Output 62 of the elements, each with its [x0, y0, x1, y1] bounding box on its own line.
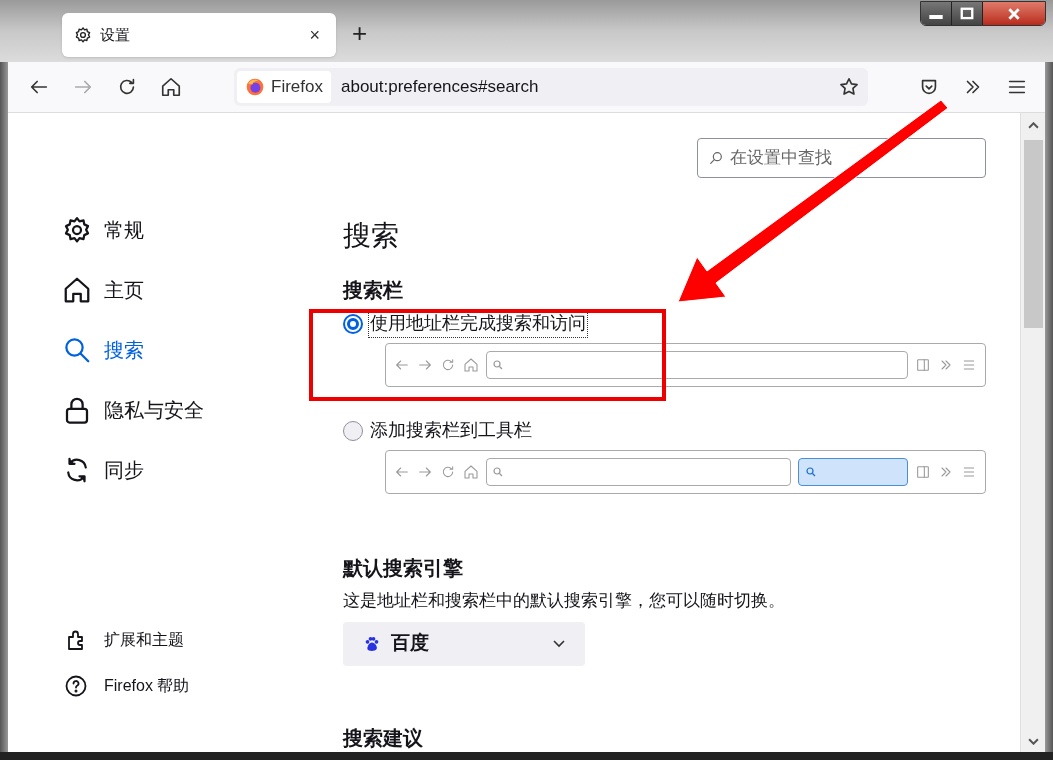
chevron-down-icon — [553, 639, 565, 648]
close-button[interactable] — [983, 2, 1045, 25]
home-icon[interactable] — [160, 76, 182, 98]
home-icon — [463, 464, 479, 480]
sidebar-item[interactable]: 同步 — [62, 454, 204, 486]
minimize-icon — [929, 15, 943, 19]
search-icon — [492, 359, 504, 371]
sidebar-item[interactable]: 主页 — [62, 274, 204, 306]
browser-logo-icon — [245, 77, 265, 97]
tab-title: 设置 — [100, 24, 131, 45]
paw-icon — [363, 634, 381, 653]
tab-close-button[interactable]: × — [305, 21, 324, 49]
section-heading: 默认搜索引擎 — [343, 556, 464, 581]
sidebar-item[interactable]: 搜索 — [62, 334, 204, 366]
identity-box[interactable]: Firefox — [237, 71, 331, 103]
search-icon — [708, 150, 724, 166]
radio-label[interactable]: 添加搜索栏到工具栏 — [369, 417, 533, 444]
identity-label: Firefox — [271, 76, 323, 99]
menu-icon — [961, 464, 977, 480]
gear-icon — [74, 26, 92, 44]
scrollbar-thumb[interactable] — [1024, 140, 1043, 328]
address-bar[interactable]: Firefox about:preferences#search — [234, 68, 868, 106]
forward-icon — [417, 357, 433, 373]
help-icon — [64, 674, 88, 698]
close-icon — [1007, 6, 1021, 21]
sidebar-link[interactable]: 扩展和主题 — [64, 628, 190, 652]
back-icon — [394, 464, 410, 480]
sidebar-link[interactable]: Firefox 帮助 — [64, 674, 190, 698]
settings-search-field[interactable]: 在设置中查找 — [697, 138, 986, 178]
forward-icon — [417, 464, 433, 480]
scrollbar[interactable] — [1020, 113, 1045, 752]
settings-tab[interactable]: 设置 × — [62, 13, 336, 57]
reload-icon — [440, 464, 456, 480]
back-icon — [394, 357, 410, 373]
star-icon[interactable] — [838, 76, 860, 98]
gear-icon — [62, 215, 92, 245]
engine-dropdown[interactable]: 百度 — [343, 621, 585, 666]
reload-icon — [440, 357, 456, 373]
radio-button[interactable] — [343, 313, 363, 334]
sidebar-item[interactable]: 隐私与安全 — [62, 394, 204, 426]
sidebar-item[interactable]: 常规 — [62, 214, 204, 246]
sidebar-icon — [915, 464, 931, 480]
sidebar-icon — [915, 357, 931, 373]
minimize-button[interactable] — [921, 2, 952, 25]
search-icon — [62, 335, 92, 365]
section-heading: 搜索栏 — [343, 278, 404, 303]
maximize-icon — [960, 6, 974, 21]
section-heading: 搜索建议 — [343, 726, 423, 751]
radio-label[interactable]: 使用地址栏完成搜索和访问 — [369, 310, 587, 337]
scroll-down-icon[interactable] — [1028, 738, 1039, 745]
search-icon — [492, 466, 504, 478]
section-description: 这是地址栏和搜索栏中的默认搜索引擎，您可以随时切换。 — [343, 590, 786, 612]
search-icon — [805, 466, 817, 478]
scroll-up-icon[interactable] — [1028, 122, 1039, 129]
menu-icon — [961, 357, 977, 373]
radio-button[interactable] — [343, 420, 363, 441]
maximize-button[interactable] — [952, 2, 983, 25]
page-title: 搜索 — [343, 219, 400, 253]
home-icon — [463, 357, 479, 373]
url-text: about:preferences#search — [340, 76, 540, 99]
new-tab-button[interactable]: + — [352, 18, 368, 48]
home-icon — [62, 275, 92, 305]
